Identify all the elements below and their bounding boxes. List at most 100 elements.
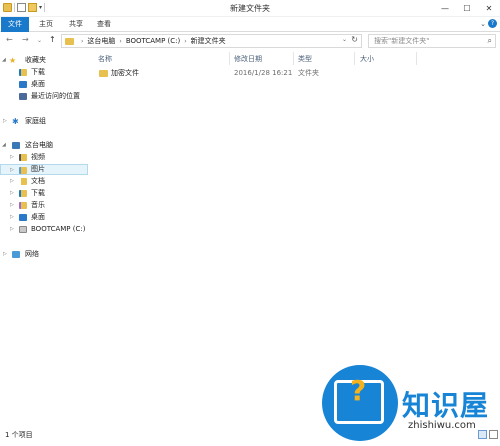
sidebar-item-downloads-pc[interactable]: ▷ 下载 [0,188,88,199]
file-name[interactable]: 加密文件 [111,68,139,79]
sidebar-item-desktop-pc[interactable]: ▷ 桌面 [0,212,88,223]
sidebar-item-label: 收藏夹 [25,56,46,64]
column-header-name[interactable]: 名称 [98,53,112,65]
sidebar-item-label: 下载 [31,189,45,197]
title-bar: ▾ 新建文件夹 — ☐ ✕ [0,0,500,17]
item-count: 1 个项目 [5,431,33,439]
column-header-type[interactable]: 类型 [298,53,312,65]
column-divider[interactable] [416,52,417,65]
file-list: 名称 修改日期 类型 大小 加密文件 2016/1/28 16:21 文件夹 [92,50,500,426]
folder-icon [65,37,74,45]
chevron-right-icon[interactable]: ▷ [3,249,7,260]
sidebar-item-label: 这台电脑 [25,141,53,149]
column-header-size[interactable]: 大小 [360,53,374,65]
address-history-button[interactable]: ⌄ [342,36,347,43]
videos-folder-icon [19,154,27,161]
sidebar-item-label: 视频 [31,153,45,161]
chevron-right-icon[interactable]: ▷ [3,116,7,127]
watermark-domain: zhishiwu.com [408,420,476,431]
chevron-right-icon[interactable]: ▷ [10,212,14,223]
ribbon-tabs: 文件 主页 共享 查看 ⌄ ? [0,17,500,32]
sidebar-item-homegroup[interactable]: ▷ ✱ 家庭组 [0,116,88,127]
large-icons-view-button[interactable] [489,430,498,439]
search-icon[interactable]: ⌕ [488,35,492,47]
tab-view[interactable]: 查看 [90,17,118,32]
maximize-button[interactable]: ☐ [456,0,478,16]
chevron-down-icon[interactable]: ◢ [2,140,6,151]
sidebar-item-favorites[interactable]: ◢ ★ 收藏夹 [0,55,88,66]
pictures-folder-icon [19,167,27,174]
table-row[interactable]: 加密文件 2016/1/28 16:21 文件夹 [92,68,422,79]
column-divider[interactable] [293,52,294,65]
sidebar-item-bootcamp-drive[interactable]: ▷ BOOTCAMP (C:) [0,224,88,235]
chevron-right-icon[interactable]: ▷ [10,188,14,199]
sidebar-item-label: 桌面 [31,80,45,88]
sidebar-item-this-pc[interactable]: ◢ 这台电脑 [0,140,88,151]
tab-file[interactable]: 文件 [1,17,29,32]
breadcrumb-this-pc[interactable]: 这台电脑 [87,36,115,46]
desktop-icon [19,214,27,221]
question-mark-icon: ? [350,374,367,407]
expand-ribbon-icon[interactable]: ⌄ [480,20,486,28]
sidebar-item-desktop[interactable]: 桌面 [0,79,88,90]
breadcrumb-current-folder[interactable]: 新建文件夹 [191,36,226,46]
tab-share[interactable]: 共享 [62,17,90,32]
chevron-right-icon[interactable]: › [81,38,83,45]
chevron-right-icon[interactable]: ▷ [10,224,14,235]
sidebar-item-label: BOOTCAMP (C:) [31,225,86,233]
close-button[interactable]: ✕ [478,0,500,16]
navigation-bar: ← → ⌄ ↑ › 这台电脑 › BOOTCAMP (C:) › 新建文件夹 ⌄… [0,32,500,49]
chevron-right-icon[interactable]: ▷ [10,165,14,176]
folder-icon [99,70,108,77]
file-type: 文件夹 [298,69,319,77]
sidebar-item-downloads[interactable]: 下载 [0,67,88,78]
column-divider[interactable] [354,52,355,65]
sidebar-item-recent-places[interactable]: 最近访问的位置 [0,91,88,102]
watermark-brand: 知识屋 [402,389,490,422]
sidebar-item-label: 音乐 [31,201,45,209]
sidebar-item-label: 最近访问的位置 [31,92,80,100]
address-bar[interactable]: › 这台电脑 › BOOTCAMP (C:) › 新建文件夹 ⌄ ↻ [61,34,362,48]
refresh-button[interactable]: ↻ [351,35,358,44]
chevron-down-icon[interactable]: ◢ [2,55,6,66]
sidebar-item-videos[interactable]: ▷ 视频 [0,152,88,163]
drive-icon [19,226,27,233]
help-icon[interactable]: ? [488,19,497,28]
search-input[interactable]: 搜索"新建文件夹" ⌕ [368,34,496,48]
chevron-right-icon[interactable]: › [184,38,186,45]
documents-folder-icon [19,178,27,185]
recent-places-icon [19,93,27,100]
desktop-icon [19,81,27,88]
sidebar-item-documents[interactable]: ▷ 文档 [0,176,88,187]
sidebar-item-label: 图片 [31,165,45,173]
breadcrumb-drive[interactable]: BOOTCAMP (C:) [126,37,180,45]
recent-locations-button[interactable]: ⌄ [37,37,42,44]
details-view-button[interactable] [478,430,487,439]
up-button[interactable]: ↑ [49,35,56,44]
chevron-right-icon[interactable]: ▷ [10,152,14,163]
column-header-modified[interactable]: 修改日期 [234,53,262,65]
sidebar-item-label: 下载 [31,68,45,76]
chevron-right-icon[interactable]: › [119,38,121,45]
sidebar-item-label: 文档 [31,177,45,185]
file-modified-date: 2016/1/28 16:21 [234,69,293,77]
sidebar-item-label: 桌面 [31,213,45,221]
window-title: 新建文件夹 [230,4,270,13]
sidebar-item-pictures[interactable]: ▷ 图片 [0,164,88,175]
homegroup-icon: ✱ [12,117,19,126]
navigation-pane: ◢ ★ 收藏夹 下载 桌面 最近访问的位置 ▷ ✱ 家庭组 ◢ 这台电脑 ▷ 视… [0,50,91,426]
column-divider[interactable] [229,52,230,65]
chevron-right-icon[interactable]: ▷ [10,176,14,187]
sidebar-item-music[interactable]: ▷ 音乐 [0,200,88,211]
network-icon [12,251,20,258]
minimize-button[interactable]: — [434,0,456,16]
forward-button[interactable]: → [22,35,29,44]
back-button[interactable]: ← [6,35,13,44]
computer-icon [12,142,20,149]
music-folder-icon [19,202,27,209]
chevron-right-icon[interactable]: ▷ [10,200,14,211]
sidebar-item-label: 家庭组 [25,117,46,125]
search-placeholder: 搜索"新建文件夹" [374,37,430,45]
sidebar-item-network[interactable]: ▷ 网络 [0,249,88,260]
tab-home[interactable]: 主页 [32,17,60,32]
